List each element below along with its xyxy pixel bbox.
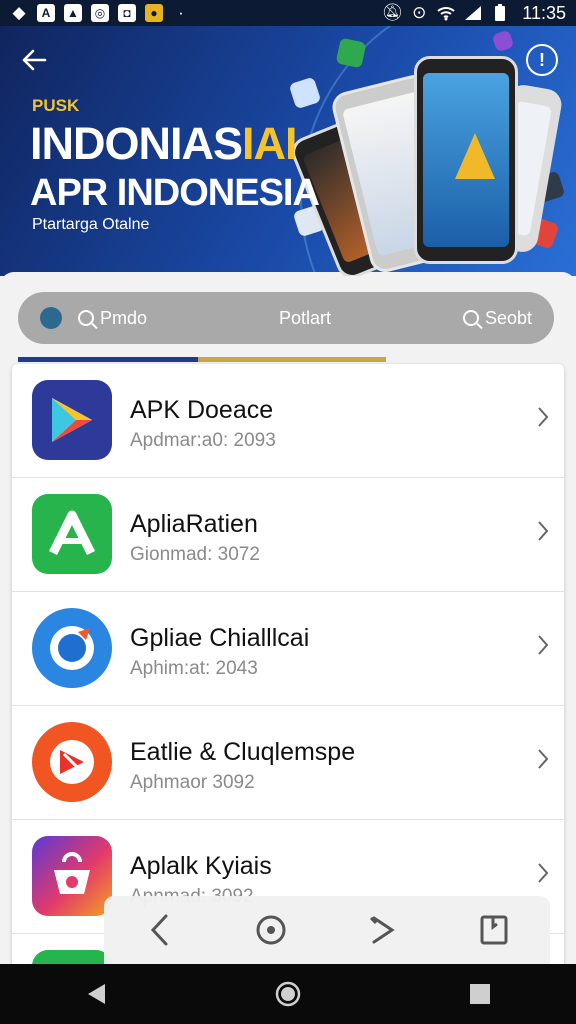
dot-icon: ·	[178, 3, 184, 22]
nav-back-icon[interactable]	[76, 974, 116, 1014]
app-title: Aplalk Kyiais	[130, 852, 272, 880]
nav-recents-icon[interactable]	[460, 974, 500, 1014]
status-right-icons: 🔕︎ ⊙ 11:35	[381, 2, 566, 24]
app-subtitle: Aphim:at: 2043	[130, 658, 258, 679]
forward-icon[interactable]	[363, 910, 403, 950]
app-subtitle: Gionmad: 3072	[130, 544, 260, 565]
mute-icon: 🔕︎	[381, 3, 404, 22]
red-play-app-icon	[32, 722, 112, 802]
hero-banner: ! PUSK INDONIASIAI APR INDONESIA Ptartar…	[0, 26, 576, 276]
app-subtitle: Aphmaor 3092	[130, 772, 255, 793]
brand-logo: PUSK	[32, 96, 80, 115]
segment-right[interactable]: Seobt	[462, 307, 532, 329]
photo-app-icon: ▲	[64, 4, 82, 22]
floating-app-icon	[491, 29, 515, 53]
segment-left[interactable]: Pmdo	[40, 307, 147, 329]
gradient-bag-app-icon	[32, 836, 112, 916]
location-icon: ⊙	[412, 3, 427, 22]
app-title: Eatlie & Cluqlemspe	[130, 738, 356, 766]
a-app-icon: A	[37, 4, 55, 22]
list-item[interactable]: APK Doeace Apdmar:a0: 2093	[12, 364, 564, 478]
segmented-control: Pmdo Potlart Seobt	[18, 292, 554, 344]
chevron-right-icon	[538, 863, 549, 883]
hero-title-accent: IAI	[242, 118, 298, 169]
tab-indicator-active	[18, 357, 198, 362]
content-sheet: Pmdo Potlart Seobt APK Doeace Apdmar:a0:…	[0, 272, 576, 974]
back-arrow-icon[interactable]	[20, 46, 56, 82]
info-button[interactable]: !	[526, 44, 558, 76]
app-subtitle: Apdmar:a0: 2093	[130, 430, 276, 451]
segment-left-label: Pmdo	[100, 307, 148, 328]
segment-middle[interactable]: Potlart	[147, 308, 463, 329]
search-icon	[462, 310, 479, 326]
floating-app-icon	[288, 76, 322, 110]
signal-icon	[464, 4, 482, 22]
nav-home-icon[interactable]	[268, 974, 308, 1014]
app-title: APK Doeace	[130, 396, 274, 424]
browser-toolbar	[104, 896, 550, 964]
camera-app-icon: ◘	[118, 4, 136, 22]
chevron-right-icon	[538, 407, 549, 427]
list-item[interactable]: ApliaRatien Gionmad: 3072	[12, 478, 564, 592]
phone-illustration	[414, 56, 518, 264]
chevron-right-icon	[538, 521, 549, 541]
tab-indicator-rest	[198, 357, 386, 362]
hero-title-main: INDONIAS	[30, 118, 243, 169]
yellow-app-icon: ●	[145, 4, 163, 22]
hero-title: INDONIASIAI	[30, 118, 298, 170]
tab-indicator	[18, 357, 386, 362]
wifi-icon	[437, 4, 455, 22]
stop-icon[interactable]	[251, 910, 291, 950]
bookmark-icon[interactable]	[474, 910, 514, 950]
status-left-icons: ◆ A ▲ ◎ ◘ ● ·	[10, 3, 190, 22]
segment-right-label: Seobt	[484, 307, 532, 328]
search-icon	[78, 310, 94, 326]
list-item[interactable]: Eatlie & Cluqlemspe Aphmaor 3092	[12, 706, 564, 820]
chevron-right-icon	[538, 749, 549, 769]
status-time: 11:35	[522, 2, 566, 23]
app-title: Gpliae Chialllcai	[130, 624, 310, 652]
sync-app-icon: ◎	[91, 4, 109, 22]
play-store-icon	[32, 380, 112, 460]
hero-subtitle: APR INDONESIA	[30, 172, 320, 214]
back-icon[interactable]	[140, 910, 180, 950]
diamond-icon: ◆	[12, 3, 26, 22]
hero-caption: Ptartarga Otalne	[32, 216, 150, 233]
chevron-right-icon	[538, 635, 549, 655]
floating-app-icon	[335, 37, 367, 69]
system-nav-bar	[0, 964, 576, 1024]
list-item[interactable]: Gpliae Chialllcai Aphim:at: 2043	[12, 592, 564, 706]
status-bar: ◆ A ▲ ◎ ◘ ● · 🔕︎ ⊙ 11:35	[0, 0, 576, 26]
app-logo-icon	[40, 307, 62, 329]
green-a-app-icon	[32, 494, 112, 574]
app-title: ApliaRatien	[130, 510, 258, 538]
app-list: APK Doeace Apdmar:a0: 2093 ApliaRatien G…	[12, 364, 564, 974]
blue-ring-app-icon	[32, 608, 112, 688]
battery-icon	[491, 4, 509, 22]
